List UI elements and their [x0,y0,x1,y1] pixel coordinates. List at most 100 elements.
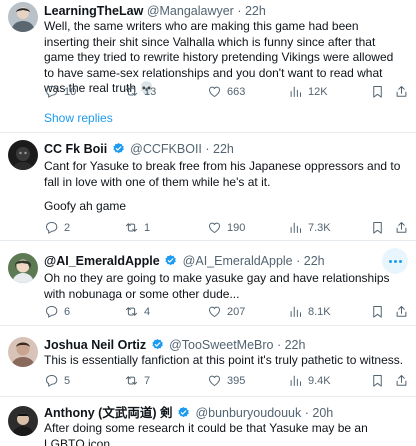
author-handle[interactable]: @Mangalawyer [147,4,234,18]
author-name[interactable]: Anthony (文武両道) 剣 [44,406,172,420]
repost-icon [124,304,139,319]
views-icon [288,84,303,99]
reply-button[interactable]: 10 [44,84,76,99]
tweet-learningthelaw[interactable]: LearningTheLaw @Mangalawyer · 22h Well, … [0,0,416,132]
share-button[interactable] [394,220,409,235]
avatar[interactable] [8,253,38,283]
bookmark-button[interactable] [370,373,385,388]
reply-button[interactable]: 2 [44,220,70,235]
views-button[interactable]: 7.3K [288,220,331,235]
timestamp[interactable]: 22h [285,338,306,352]
tweet-text: This is essentially fanfiction at this p… [44,353,404,367]
views-count: 9.4K [308,374,331,387]
timestamp[interactable]: 22h [245,4,266,18]
author-name[interactable]: @AI_EmeraldApple [44,254,160,268]
timestamp[interactable]: 20h [312,406,333,420]
views-icon [288,373,303,388]
verified-icon [164,254,177,267]
reply-button[interactable]: 6 [44,304,70,319]
show-replies-link[interactable]: Show replies [44,111,113,125]
like-button[interactable]: 190 [207,220,245,235]
bookmark-button[interactable] [370,84,385,99]
tweet-bunburyoudouuk[interactable]: Anthony (文武両道) 剣 @bunburyoudouuk · 20h A… [0,397,416,446]
avatar[interactable] [8,140,38,170]
repost-count: 7 [144,374,151,387]
like-icon [207,220,222,235]
tweet-actions: 6 4 207 8.1K [44,304,410,322]
avatar[interactable] [8,337,38,367]
like-icon [207,304,222,319]
timestamp[interactable]: 22h [213,142,234,156]
tweet-header: Anthony (文武両道) 剣 @bunburyoudouuk · 20h [44,406,334,420]
views-button[interactable]: 9.4K [288,373,331,388]
reply-icon [44,373,59,388]
views-count: 8.1K [308,305,331,318]
like-button[interactable]: 207 [207,304,245,319]
repost-button[interactable]: 13 [124,84,156,99]
views-count: 12K [308,85,328,98]
tweet-text: Cant for Yasuke to break free from his J… [44,159,401,189]
reply-button[interactable]: 5 [44,373,70,388]
tweet-text: After doing some research it could be th… [44,421,368,446]
repost-icon [124,220,139,235]
verified-icon [112,142,125,155]
like-button[interactable]: 663 [207,84,245,99]
like-count: 190 [227,221,246,234]
avatar[interactable] [8,2,38,32]
repost-count: 4 [144,305,151,318]
author-name[interactable]: Joshua Neil Ortiz [44,338,146,352]
repost-button[interactable]: 4 [124,304,150,319]
reply-count: 10 [64,85,77,98]
avatar[interactable] [8,406,38,436]
more-icon [388,259,392,263]
tweet-text: Oh no they are going to make yasuke gay … [44,271,390,301]
author-handle[interactable]: @TooSweetMeBro [169,338,273,352]
bookmark-icon [370,304,385,319]
share-button[interactable] [394,373,409,388]
reply-icon [44,304,59,319]
bookmark-button[interactable] [370,220,385,235]
reply-count: 6 [64,305,71,318]
tweet-header: @AI_EmeraldApple @AI_EmeraldApple · 22h [44,254,325,268]
views-icon [288,304,303,319]
repost-button[interactable]: 1 [124,220,150,235]
verified-icon [177,406,190,419]
views-button[interactable]: 12K [288,84,328,99]
repost-icon [124,84,139,99]
share-button[interactable] [394,304,409,319]
tweet-ccfkboii[interactable]: CC Fk Boii @CCFKBOII · 22h Cant for Yasu… [0,133,416,240]
like-icon [207,373,222,388]
bookmark-button[interactable] [370,304,385,319]
tweet-toosweetmebro[interactable]: Joshua Neil Ortiz @TooSweetMeBro · 22h T… [0,326,416,396]
verified-icon [151,338,164,351]
author-handle[interactable]: @AI_EmeraldApple [183,254,293,268]
share-icon [394,84,409,99]
tweet-header: LearningTheLaw @Mangalawyer · 22h [44,4,266,18]
like-button[interactable]: 395 [207,373,245,388]
tweet-actions: 2 1 190 7.3K [44,220,410,238]
author-handle[interactable]: @bunburyoudouuk [195,406,301,420]
views-icon [288,220,303,235]
repost-button[interactable]: 7 [124,373,150,388]
share-icon [394,373,409,388]
tweet-actions: 10 13 663 12K [44,84,410,102]
repost-icon [124,373,139,388]
views-button[interactable]: 8.1K [288,304,331,319]
reply-count: 5 [64,374,71,387]
author-name[interactable]: LearningTheLaw [44,4,143,18]
bookmark-icon [370,220,385,235]
tweet-ai-emeraldapple[interactable]: @AI_EmeraldApple @AI_EmeraldApple · 22h … [0,241,416,325]
reply-icon [44,220,59,235]
tweet-header: Joshua Neil Ortiz @TooSweetMeBro · 22h [44,338,306,352]
tweet-text-line2: Goofy ah game [44,199,127,213]
views-count: 7.3K [308,221,331,234]
timestamp[interactable]: 22h [304,254,325,268]
bookmark-icon [370,373,385,388]
share-button[interactable] [394,84,409,99]
tweet-actions: 5 7 395 9.4K [44,373,410,391]
author-handle[interactable]: @CCFKBOII [130,142,202,156]
like-count: 663 [227,85,246,98]
author-name[interactable]: CC Fk Boii [44,142,107,156]
like-count: 395 [227,374,246,387]
repost-count: 13 [144,85,157,98]
